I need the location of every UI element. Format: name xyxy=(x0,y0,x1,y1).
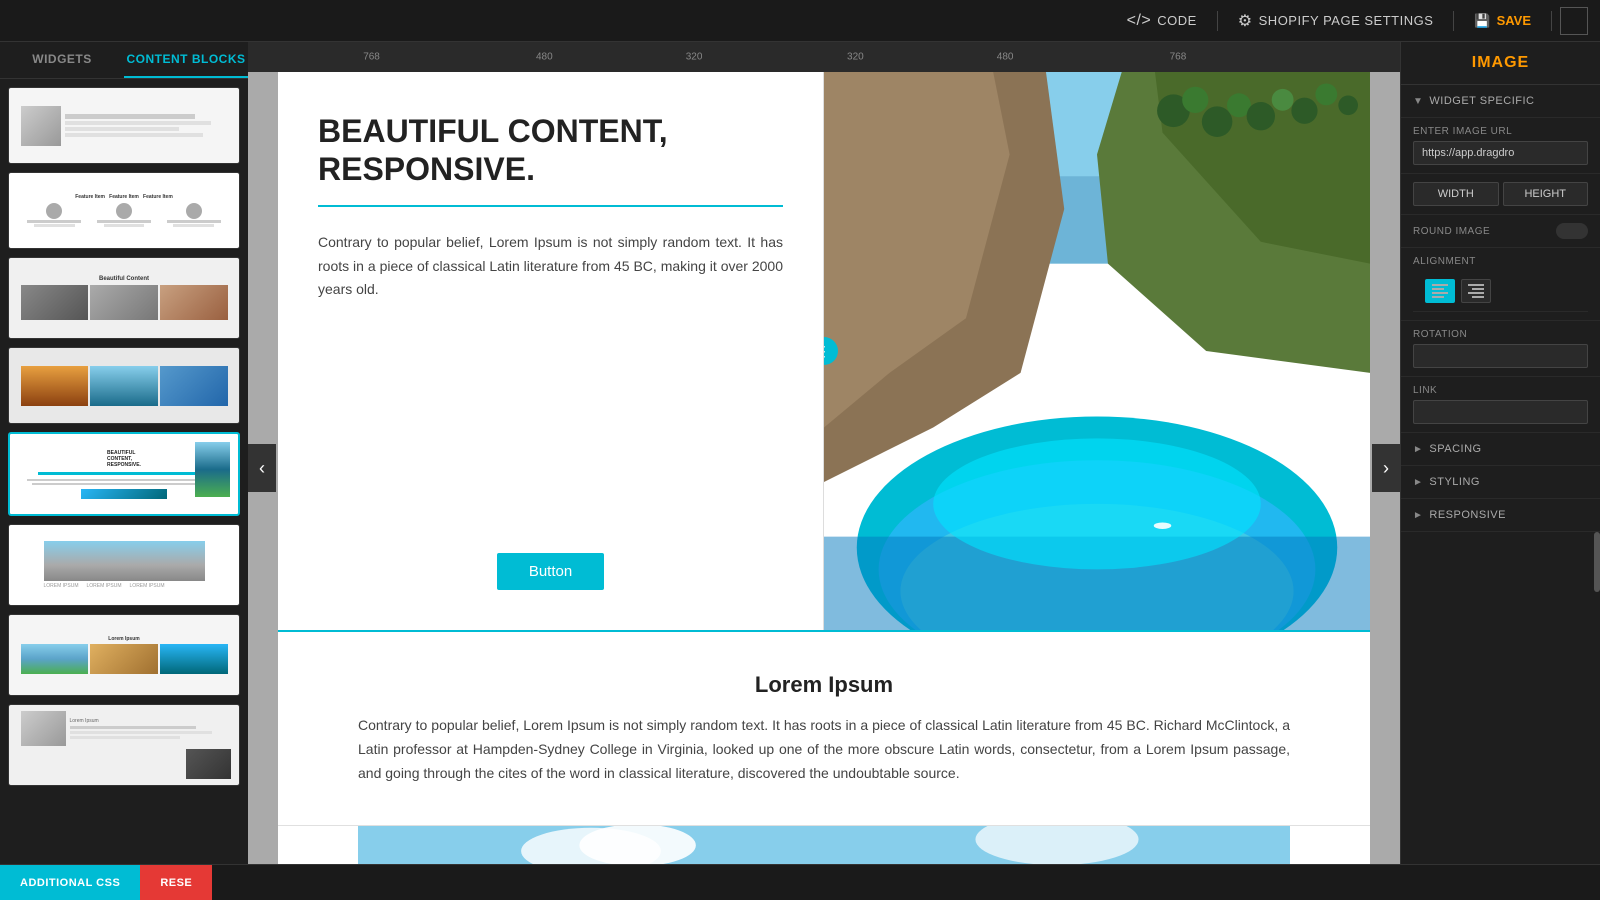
settings-label: SHOPIFY PAGE SETTINGS xyxy=(1259,13,1434,28)
link-field: LINK xyxy=(1401,377,1600,433)
divider-3 xyxy=(1551,11,1552,31)
settings-button[interactable]: ⚙ SHOPIFY PAGE SETTINGS xyxy=(1226,5,1446,37)
hero-body-text: Contrary to popular belief, Lorem Ipsum … xyxy=(318,231,783,302)
ruler-mark-320-right: 320 xyxy=(847,52,864,63)
widget-specific-label: WIDGET SPECIFIC xyxy=(1429,95,1534,107)
list-item[interactable] xyxy=(8,87,240,164)
link-input[interactable] xyxy=(1413,400,1588,424)
expand-button[interactable] xyxy=(1560,7,1588,35)
hero-title: BEAUTIFUL CONTENT, RESPONSIVE. xyxy=(318,112,783,207)
rotation-field: ROTATION xyxy=(1401,321,1600,377)
canvas-nav-right-button[interactable]: › xyxy=(1372,444,1400,492)
collapse-arrow-responsive: ► xyxy=(1413,510,1423,521)
list-item[interactable]: BEAUTIFULCONTENT,RESPONSIVE. xyxy=(8,432,240,516)
divider-2 xyxy=(1453,11,1454,31)
sidebar-items-list: Feature Item Feature Item Feature Item xyxy=(0,79,248,864)
save-icon: 💾 xyxy=(1474,13,1490,29)
gear-icon: ⚙ xyxy=(1238,11,1253,31)
widget-specific-section[interactable]: ▼ WIDGET SPECIFIC xyxy=(1401,85,1600,118)
right-panel: IMAGE ▼ WIDGET SPECIFIC ENTER IMAGE URL … xyxy=(1400,42,1600,864)
styling-section[interactable]: ► STYLING xyxy=(1401,466,1600,499)
tab-content-blocks[interactable]: CONTENT BLOCKS xyxy=(124,42,248,78)
rotation-label: ROTATION xyxy=(1413,329,1588,340)
align-left-button[interactable] xyxy=(1425,279,1455,303)
collapse-arrow-spacing: ► xyxy=(1413,444,1423,455)
image-url-label: ENTER IMAGE URL xyxy=(1413,126,1588,137)
bottom-image-svg xyxy=(358,826,1290,864)
bottom-image-section xyxy=(278,826,1370,864)
ruler-mark-320-left: 320 xyxy=(686,52,703,63)
canvas-nav-left-button[interactable]: ‹ xyxy=(248,444,276,492)
alignment-field: ALIGNMENT xyxy=(1401,248,1600,321)
save-label: SAVE xyxy=(1497,13,1531,28)
collapse-arrow-widget: ▼ xyxy=(1413,96,1423,107)
alignment-label: ALIGNMENT xyxy=(1413,256,1588,267)
panel-spacer xyxy=(1401,532,1600,864)
list-item[interactable]: LOREM IPSUM LOREM IPSUM LOREM IPSUM xyxy=(8,524,240,606)
height-label: HEIGHT xyxy=(1503,182,1589,206)
width-label: WIDTH xyxy=(1413,182,1499,206)
code-label: CODE xyxy=(1157,13,1197,28)
hero-section: BEAUTIFUL CONTENT, RESPONSIVE. Contrary … xyxy=(278,72,1370,632)
hero-image-svg xyxy=(824,72,1370,630)
ruler-mark-768-right: 768 xyxy=(1170,52,1187,63)
main-layout: WIDGETS CONTENT BLOCKS xyxy=(0,42,1600,864)
hero-left-column: BEAUTIFUL CONTENT, RESPONSIVE. Contrary … xyxy=(278,72,824,630)
tab-widgets[interactable]: WIDGETS xyxy=(0,42,124,78)
ruler-mark-480-right: 480 xyxy=(997,52,1014,63)
lorem-section: Lorem Ipsum Contrary to popular belief, … xyxy=(278,632,1370,826)
round-image-row: ROUND IMAGE xyxy=(1401,215,1600,248)
styling-label: STYLING xyxy=(1429,476,1480,488)
ruler-marks: 768 480 320 320 480 768 xyxy=(248,42,1400,72)
rotation-input[interactable] xyxy=(1413,344,1588,368)
divider-1 xyxy=(1217,11,1218,31)
canvas-area: 768 480 320 320 480 768 ‹ › BEAUTIFUL CO… xyxy=(248,42,1400,864)
responsive-section[interactable]: ► RESPONSIVE xyxy=(1401,499,1600,532)
list-item[interactable]: Feature Item Feature Item Feature Item xyxy=(8,172,240,249)
code-icon: </> xyxy=(1127,12,1152,30)
list-item[interactable]: Lorem Ipsum xyxy=(8,614,240,696)
ruler: 768 480 320 320 480 768 xyxy=(248,42,1400,72)
width-height-row: WIDTH HEIGHT xyxy=(1401,174,1600,215)
image-url-input[interactable] xyxy=(1413,141,1588,165)
panel-scrollbar[interactable] xyxy=(1594,532,1600,592)
save-button[interactable]: 💾 SAVE xyxy=(1462,7,1543,35)
responsive-label: RESPONSIVE xyxy=(1429,509,1506,521)
right-panel-title: IMAGE xyxy=(1401,42,1600,85)
collapse-arrow-styling: ► xyxy=(1413,477,1423,488)
sidebar-tabs: WIDGETS CONTENT BLOCKS xyxy=(0,42,248,79)
list-item[interactable] xyxy=(8,347,240,424)
align-right-button[interactable] xyxy=(1461,279,1491,303)
alignment-buttons xyxy=(1413,271,1588,312)
round-image-label: ROUND IMAGE xyxy=(1413,226,1490,237)
hero-cta-button[interactable]: Button xyxy=(497,553,604,590)
bottom-image-placeholder xyxy=(358,826,1290,864)
additional-css-button[interactable]: ADDITIONAL CSS xyxy=(0,865,140,900)
code-button[interactable]: </> CODE xyxy=(1115,6,1209,36)
spacing-section[interactable]: ► SPACING xyxy=(1401,433,1600,466)
ruler-mark-768-left: 768 xyxy=(363,52,380,63)
lorem-body-text: Contrary to popular belief, Lorem Ipsum … xyxy=(358,714,1290,785)
round-image-toggle[interactable] xyxy=(1556,223,1588,239)
image-url-field: ENTER IMAGE URL xyxy=(1401,118,1600,174)
lorem-title: Lorem Ipsum xyxy=(358,672,1290,698)
ruler-mark-480-left: 480 xyxy=(536,52,553,63)
link-label: LINK xyxy=(1413,385,1588,396)
spacing-label: SPACING xyxy=(1429,443,1481,455)
hero-right-image[interactable]: ⋮ xyxy=(824,72,1370,630)
canvas-scroll[interactable]: ‹ › BEAUTIFUL CONTENT, RESPONSIVE. Contr… xyxy=(248,72,1400,864)
top-bar: </> CODE ⚙ SHOPIFY PAGE SETTINGS 💾 SAVE xyxy=(0,0,1600,42)
bottom-bar: ADDITIONAL CSS RESE xyxy=(0,864,1600,900)
list-item[interactable]: Lorem Ipsum xyxy=(8,704,240,786)
left-sidebar: WIDGETS CONTENT BLOCKS xyxy=(0,42,248,864)
list-item[interactable]: Beautiful Content xyxy=(8,257,240,339)
canvas-content: BEAUTIFUL CONTENT, RESPONSIVE. Contrary … xyxy=(278,72,1370,864)
reset-button[interactable]: RESE xyxy=(140,865,212,900)
